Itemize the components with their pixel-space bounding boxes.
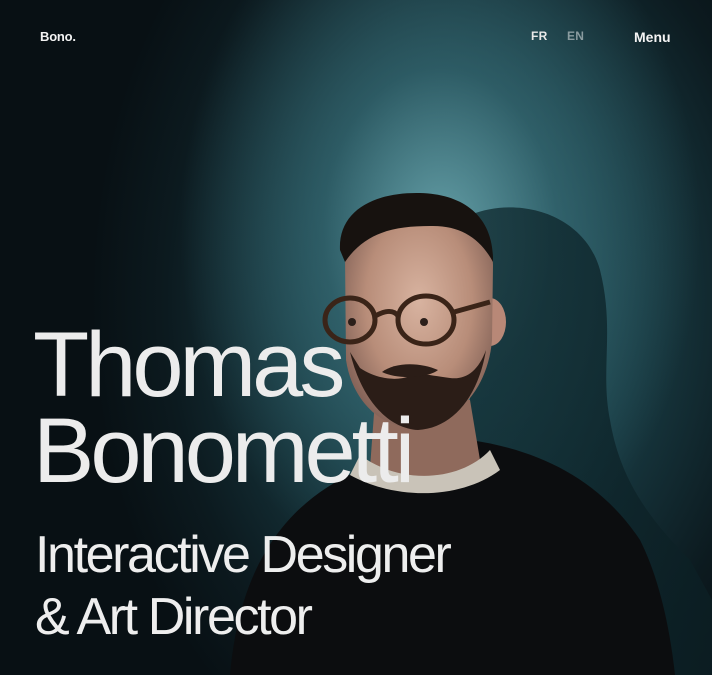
language-fr-link[interactable]: FR — [531, 29, 548, 43]
site-logo[interactable]: Bono. — [40, 29, 76, 44]
hero-section: Bono. FR EN Menu Thomas Bonometti Intera… — [0, 0, 712, 675]
hero-name-heading: Thomas Bonometti — [33, 314, 415, 502]
hero-name-last: Bonometti — [33, 400, 415, 502]
language-en-link[interactable]: EN — [567, 29, 584, 43]
hero-role-line-2: & Art Director — [35, 588, 313, 646]
hero-name-first: Thomas — [33, 314, 345, 416]
hero-role-line-1: Interactive Designer — [35, 526, 452, 584]
hero-role-heading: Interactive Designer & Art Director — [35, 524, 452, 648]
menu-button[interactable]: Menu — [634, 29, 671, 45]
